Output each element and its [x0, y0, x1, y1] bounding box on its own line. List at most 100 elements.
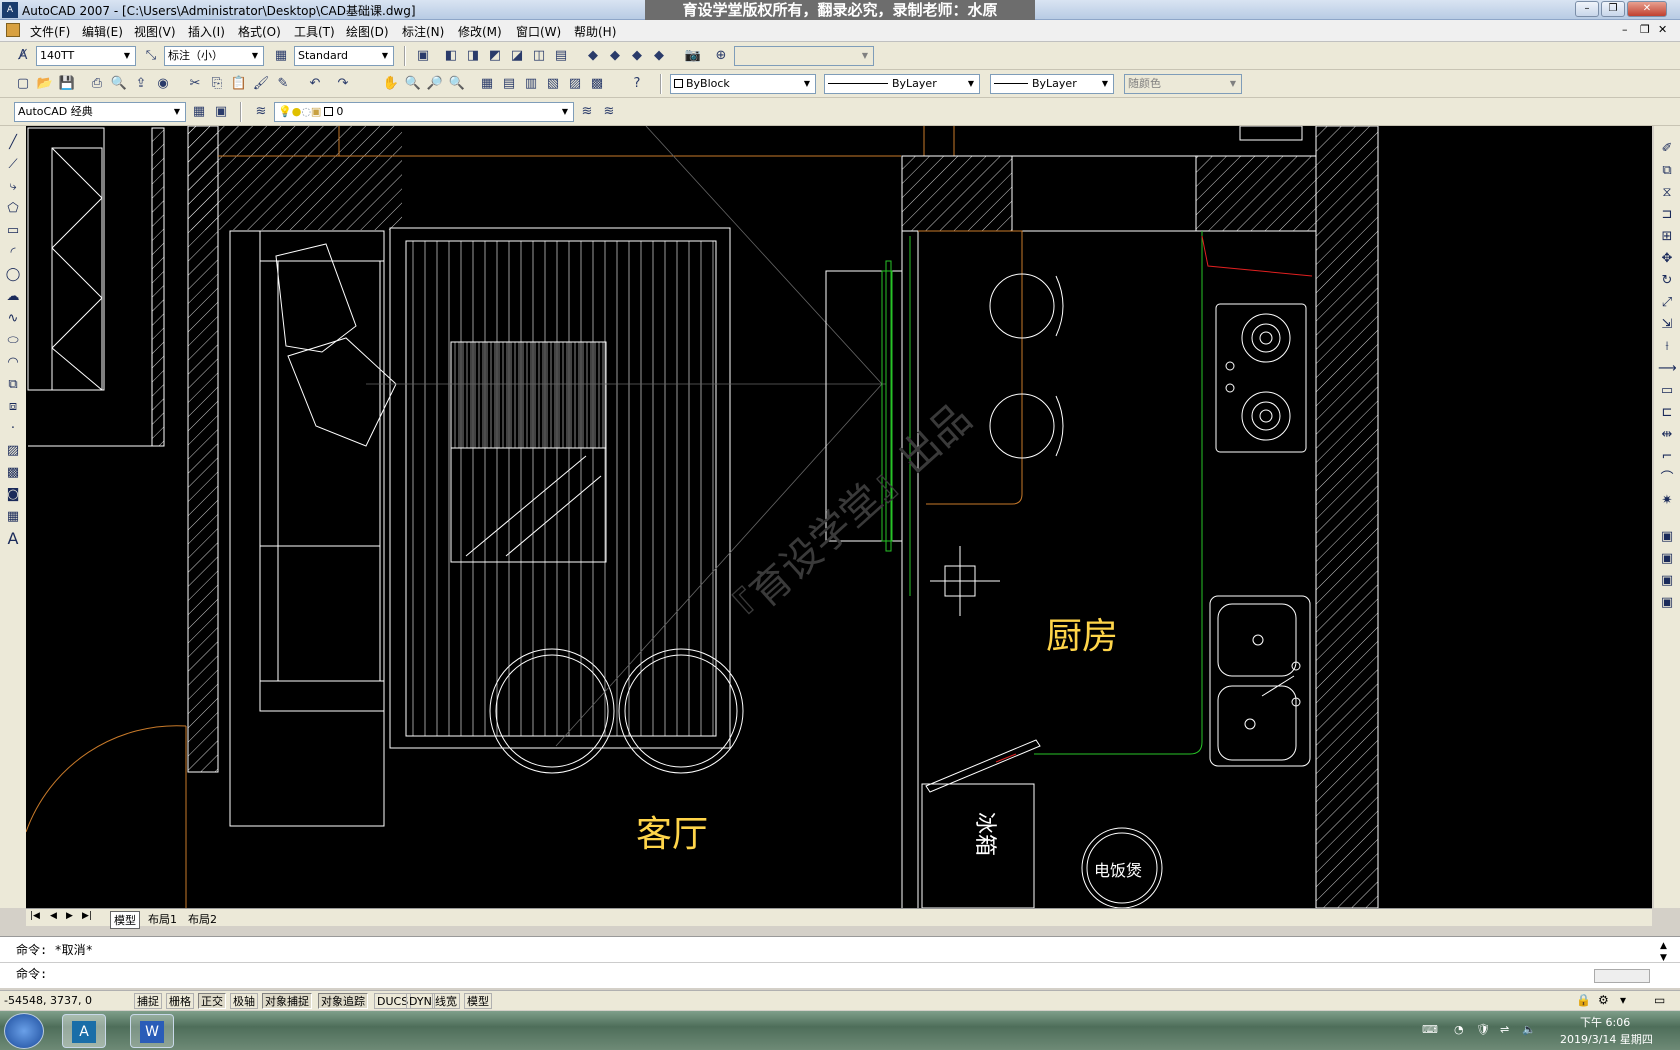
copy-object-icon[interactable]: ⧉: [1658, 162, 1676, 180]
clean-screen-icon[interactable]: ▭: [1654, 993, 1665, 1007]
undo-icon[interactable]: ↶: [306, 75, 324, 93]
line-icon[interactable]: ╱: [4, 134, 22, 152]
network-icon[interactable]: ◔: [1454, 1023, 1464, 1036]
table-icon[interactable]: ▦: [4, 508, 22, 526]
first-tab-icon[interactable]: |◀: [30, 911, 40, 921]
join-icon[interactable]: ⇹: [1658, 426, 1676, 444]
ne-iso-view-icon[interactable]: ◆: [628, 47, 646, 65]
command-hscrollbar[interactable]: [1594, 969, 1650, 983]
region-icon[interactable]: ◙: [4, 486, 22, 504]
named-views-icon[interactable]: ▣: [414, 47, 432, 65]
draw-order-front-icon[interactable]: ▣: [1658, 528, 1676, 546]
minimize-button[interactable]: –: [1575, 1, 1599, 17]
redo-icon[interactable]: ↷: [334, 75, 352, 93]
design-center-icon[interactable]: ▤: [500, 75, 518, 93]
next-tab-icon[interactable]: ▶: [66, 911, 73, 921]
status-menu-icon[interactable]: ▾: [1620, 993, 1626, 1007]
scale-icon[interactable]: ⤢: [1658, 294, 1676, 312]
snap-toggle[interactable]: 捕捉: [134, 993, 162, 1009]
block-editor-icon[interactable]: ✎: [274, 75, 292, 93]
left-view-icon[interactable]: ◩: [486, 47, 504, 65]
rotate-icon[interactable]: ↻: [1658, 272, 1676, 290]
menu-file[interactable]: 文件(F): [30, 23, 70, 40]
erase-icon[interactable]: ✐: [1658, 140, 1676, 158]
break-at-point-icon[interactable]: ▭: [1658, 382, 1676, 400]
calculator-icon[interactable]: ▩: [588, 75, 606, 93]
polyline-icon[interactable]: ⤷: [4, 178, 22, 196]
tab-layout1[interactable]: 布局1: [148, 911, 177, 927]
polygon-icon[interactable]: ⬠: [4, 200, 22, 218]
new-file-icon[interactable]: ▢: [14, 75, 32, 93]
send-under-icon[interactable]: ▣: [1658, 594, 1676, 612]
last-tab-icon[interactable]: ▶|: [82, 911, 92, 921]
back-view-icon[interactable]: ▤: [552, 47, 570, 65]
prev-tab-icon[interactable]: ◀: [50, 911, 57, 921]
fillet-icon[interactable]: ⌒: [1658, 470, 1676, 488]
draw-order-back-icon[interactable]: ▣: [1658, 550, 1676, 568]
color-select[interactable]: ByBlock ▼: [670, 74, 816, 94]
bottom-view-icon[interactable]: ◨: [464, 47, 482, 65]
explode-icon[interactable]: ✷: [1658, 492, 1676, 510]
doc-minimize-button[interactable]: –: [1622, 23, 1628, 36]
menu-edit[interactable]: 编辑(E): [82, 23, 123, 40]
make-block-icon[interactable]: ⧈: [4, 398, 22, 416]
tab-layout2[interactable]: 布局2: [188, 911, 217, 927]
right-view-icon[interactable]: ◪: [508, 47, 526, 65]
otrack-toggle[interactable]: 对象追踪: [318, 993, 368, 1009]
view-select[interactable]: ▼: [734, 46, 874, 66]
chamfer-icon[interactable]: ⌐: [1658, 448, 1676, 466]
print-preview-icon[interactable]: 🔍: [110, 75, 128, 93]
help-icon[interactable]: ?: [628, 75, 646, 93]
offset-icon[interactable]: ⊐: [1658, 206, 1676, 224]
plotstyle-select[interactable]: 随颜色 ▼: [1124, 74, 1242, 94]
point-icon[interactable]: ·: [4, 420, 22, 438]
doc-close-button[interactable]: ✕: [1658, 23, 1667, 36]
scroll-down-icon[interactable]: ▼: [1660, 953, 1667, 963]
communication-center-icon[interactable]: ⚙: [1598, 993, 1609, 1007]
menu-format[interactable]: 格式(O): [238, 23, 281, 40]
restore-button[interactable]: ❐: [1601, 1, 1625, 17]
autocad-app-icon[interactable]: A: [2, 2, 18, 18]
markup-icon[interactable]: ▨: [566, 75, 584, 93]
stretch-icon[interactable]: ⇲: [1658, 316, 1676, 334]
zoom-realtime-icon[interactable]: 🔍: [404, 75, 422, 93]
drawing-canvas[interactable]: 『育设学堂』出品 客厅 厨房 冰箱 电饭煲: [26, 126, 1652, 908]
trim-icon[interactable]: ⟊: [1658, 338, 1676, 356]
copy-icon[interactable]: ⎘: [208, 75, 226, 93]
table-style-icon[interactable]: ▦: [272, 47, 290, 65]
doc-restore-button[interactable]: ❐: [1640, 23, 1650, 36]
grid-toggle[interactable]: 栅格: [166, 993, 194, 1009]
sheet-set-icon[interactable]: ▧: [544, 75, 562, 93]
hatch-icon[interactable]: ▨: [4, 442, 22, 460]
multiline-text-icon[interactable]: A: [4, 530, 22, 548]
break-icon[interactable]: ⊏: [1658, 404, 1676, 422]
circle-icon[interactable]: ◯: [4, 266, 22, 284]
dim-style-icon[interactable]: ⤡: [142, 47, 160, 65]
move-icon[interactable]: ✥: [1658, 250, 1676, 268]
clock-time[interactable]: 下午 6:06: [1580, 1014, 1630, 1030]
array-icon[interactable]: ⊞: [1658, 228, 1676, 246]
arc-icon[interactable]: ◜: [4, 244, 22, 262]
extend-icon[interactable]: ⟶: [1658, 360, 1677, 378]
tool-palettes-icon[interactable]: ▥: [522, 75, 540, 93]
tab-model[interactable]: 模型: [110, 911, 140, 929]
publish-icon[interactable]: ⇪: [132, 75, 150, 93]
coordinate-readout[interactable]: -54548, 3737, 0: [4, 994, 130, 1007]
gradient-icon[interactable]: ▩: [4, 464, 22, 482]
menu-insert[interactable]: 插入(I): [188, 23, 225, 40]
menu-modify[interactable]: 修改(M): [458, 23, 502, 40]
construction-line-icon[interactable]: ⟋: [4, 156, 22, 174]
ucs-icon[interactable]: ⊕: [712, 47, 730, 65]
se-iso-view-icon[interactable]: ◆: [606, 47, 624, 65]
document-icon[interactable]: [6, 23, 20, 37]
lineweight-toggle[interactable]: 线宽: [432, 993, 460, 1009]
menu-draw[interactable]: 绘图(D): [346, 23, 389, 40]
text-style-select[interactable]: 140TT ▼: [36, 46, 136, 66]
properties-icon[interactable]: ▦: [478, 75, 496, 93]
usb-icon[interactable]: ⇌: [1500, 1023, 1509, 1036]
top-view-icon[interactable]: ◧: [442, 47, 460, 65]
menu-dimension[interactable]: 标注(N): [402, 23, 444, 40]
insert-block-icon[interactable]: ⧉: [4, 376, 22, 394]
dyn-toggle[interactable]: DYN: [406, 993, 435, 1009]
layer-select[interactable]: 💡●◌▣ 0 ▼: [274, 102, 574, 122]
